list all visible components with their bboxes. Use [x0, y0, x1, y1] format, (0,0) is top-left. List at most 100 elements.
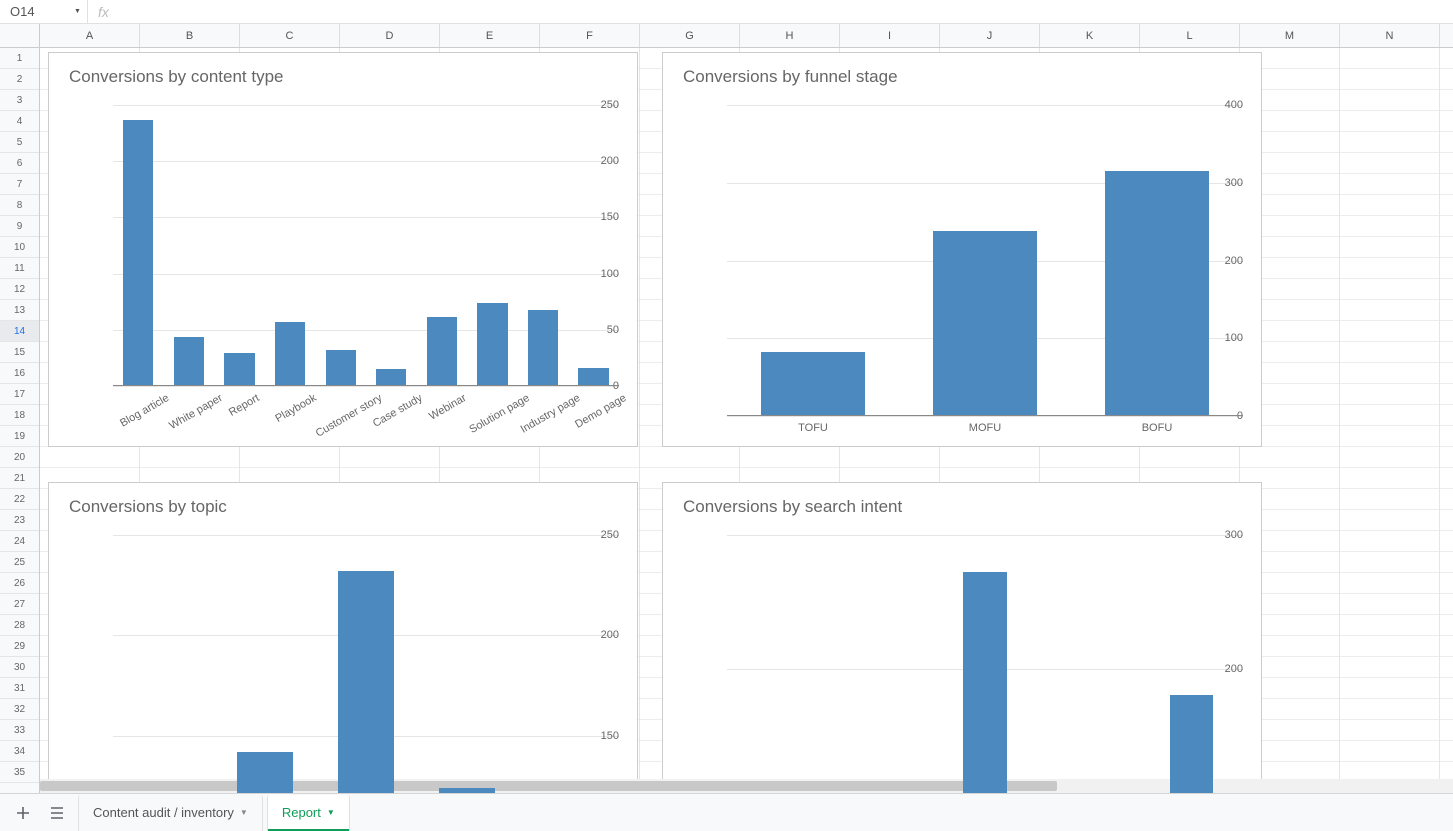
chart-title: Conversions by search intent: [683, 497, 902, 517]
cells-area[interactable]: Conversions by content type 050100150200…: [40, 48, 1453, 793]
row-header[interactable]: 3: [0, 90, 39, 111]
bar[interactable]: [933, 231, 1036, 416]
chart-content-type[interactable]: Conversions by content type 050100150200…: [48, 52, 638, 447]
bar[interactable]: [528, 310, 558, 386]
column-header[interactable]: D: [340, 24, 440, 47]
row-header[interactable]: 7: [0, 174, 39, 195]
column-headers-row: ABCDEFGHIJKLMN: [0, 24, 1453, 48]
row-header[interactable]: 8: [0, 195, 39, 216]
row-header[interactable]: 27: [0, 594, 39, 615]
bar[interactable]: [761, 352, 864, 416]
x-tick-label: Demo page: [573, 392, 628, 431]
bar[interactable]: [477, 303, 507, 386]
column-header[interactable]: G: [640, 24, 740, 47]
column-header[interactable]: F: [540, 24, 640, 47]
row-header[interactable]: 1: [0, 48, 39, 69]
column-header[interactable]: K: [1040, 24, 1140, 47]
row-header[interactable]: 30: [0, 657, 39, 678]
bar[interactable]: [224, 353, 254, 386]
row-header[interactable]: 4: [0, 111, 39, 132]
row-header[interactable]: 17: [0, 384, 39, 405]
column-header[interactable]: E: [440, 24, 540, 47]
column-header[interactable]: L: [1140, 24, 1240, 47]
row-header[interactable]: 12: [0, 279, 39, 300]
tab-label: Report: [282, 805, 321, 820]
chart-title: Conversions by topic: [69, 497, 227, 517]
x-tick-label: White paper: [167, 392, 224, 432]
row-header[interactable]: 26: [0, 573, 39, 594]
row-header[interactable]: 32: [0, 699, 39, 720]
x-tick-label: Blog article: [118, 392, 171, 430]
all-sheets-button[interactable]: [40, 798, 74, 828]
row-header[interactable]: 9: [0, 216, 39, 237]
row-header[interactable]: 15: [0, 342, 39, 363]
row-header[interactable]: 20: [0, 447, 39, 468]
column-header[interactable]: M: [1240, 24, 1340, 47]
tab-dropdown-icon[interactable]: ▼: [327, 808, 335, 817]
x-tick-label: Report: [227, 392, 262, 419]
row-header[interactable]: 35: [0, 762, 39, 783]
chart-plot: 0100200300400TOFUMOFUBOFU: [727, 105, 1243, 416]
column-header[interactable]: A: [40, 24, 140, 47]
bar[interactable]: [578, 368, 608, 386]
chart-plot: 50100150200250: [113, 535, 619, 793]
bar[interactable]: [174, 337, 204, 386]
column-header[interactable]: H: [740, 24, 840, 47]
row-header[interactable]: 21: [0, 468, 39, 489]
select-all-corner[interactable]: [0, 24, 40, 47]
chart-title: Conversions by content type: [69, 67, 284, 87]
bar[interactable]: [338, 571, 394, 793]
row-header[interactable]: 10: [0, 237, 39, 258]
column-header[interactable]: B: [140, 24, 240, 47]
row-header[interactable]: 16: [0, 363, 39, 384]
row-header[interactable]: 23: [0, 510, 39, 531]
column-header[interactable]: C: [240, 24, 340, 47]
chart-topic[interactable]: Conversions by topic 50100150200250: [48, 482, 638, 793]
bar[interactable]: [326, 350, 356, 386]
bar[interactable]: [963, 572, 1006, 793]
bar[interactable]: [439, 788, 495, 793]
row-header[interactable]: 14: [0, 321, 39, 342]
row-header[interactable]: 34: [0, 741, 39, 762]
x-tick-label: MOFU: [969, 422, 1001, 434]
tab-content-audit[interactable]: Content audit / inventory ▼: [78, 795, 263, 831]
column-header[interactable]: J: [940, 24, 1040, 47]
fx-label: fx: [87, 0, 119, 23]
tab-dropdown-icon[interactable]: ▼: [240, 808, 248, 817]
bar[interactable]: [376, 369, 406, 386]
tab-report[interactable]: Report ▼: [267, 795, 350, 831]
row-header[interactable]: 29: [0, 636, 39, 657]
row-header[interactable]: 33: [0, 720, 39, 741]
chart-funnel-stage[interactable]: Conversions by funnel stage 010020030040…: [662, 52, 1262, 447]
bar[interactable]: [237, 752, 293, 793]
row-header[interactable]: 13: [0, 300, 39, 321]
row-header[interactable]: 18: [0, 405, 39, 426]
bar[interactable]: [123, 120, 153, 386]
chart-plot: 050100150200250Blog articleWhite paperRe…: [113, 105, 619, 386]
row-header[interactable]: 22: [0, 489, 39, 510]
chart-search-intent[interactable]: Conversions by search intent 100200300: [662, 482, 1262, 793]
x-tick-label: Playbook: [274, 392, 319, 425]
add-sheet-button[interactable]: [6, 798, 40, 828]
row-header[interactable]: 31: [0, 678, 39, 699]
spreadsheet-grid: ABCDEFGHIJKLMN 1234567891011121314151617…: [0, 24, 1453, 793]
x-tick-label: TOFU: [798, 422, 828, 434]
bar[interactable]: [427, 317, 457, 386]
row-header[interactable]: 19: [0, 426, 39, 447]
row-header[interactable]: 2: [0, 69, 39, 90]
column-header[interactable]: N: [1340, 24, 1440, 47]
name-box-input[interactable]: [4, 2, 74, 22]
formula-bar: ▼ fx: [0, 0, 1453, 24]
bar[interactable]: [275, 322, 305, 386]
formula-input[interactable]: [119, 2, 1453, 22]
row-header[interactable]: 25: [0, 552, 39, 573]
row-header[interactable]: 6: [0, 153, 39, 174]
bar[interactable]: [1170, 695, 1213, 793]
row-header[interactable]: 5: [0, 132, 39, 153]
row-header[interactable]: 24: [0, 531, 39, 552]
column-header[interactable]: I: [840, 24, 940, 47]
row-header[interactable]: 28: [0, 615, 39, 636]
row-header[interactable]: 11: [0, 258, 39, 279]
name-box-dropdown-icon[interactable]: ▼: [74, 8, 87, 15]
bar[interactable]: [1105, 171, 1208, 416]
